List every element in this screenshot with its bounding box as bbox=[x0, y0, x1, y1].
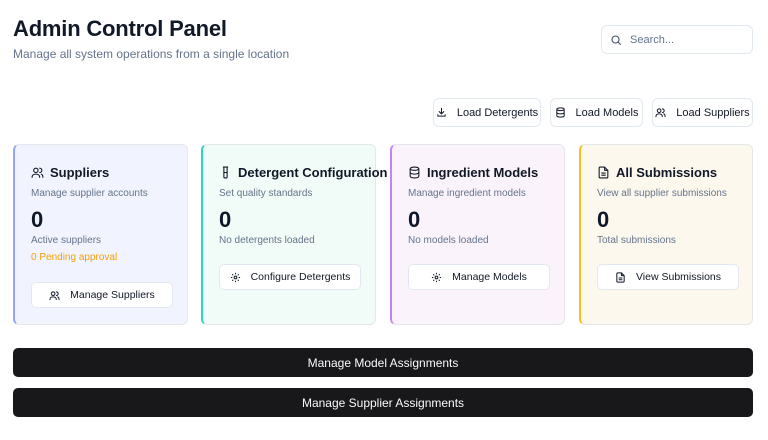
pending-approval-text: 0 Pending approval bbox=[31, 252, 118, 263]
detergent-config-card: Detergent Configuration Set quality stan… bbox=[201, 144, 388, 325]
download-icon bbox=[437, 107, 446, 117]
database-icon bbox=[409, 166, 420, 179]
models-card-description: Manage ingredient models bbox=[408, 188, 526, 199]
manage-models-button[interactable]: Manage Models bbox=[408, 264, 550, 290]
submissions-card-title: All Submissions bbox=[616, 165, 718, 180]
manage-supplier-assignments-button[interactable]: Manage Supplier Assignments bbox=[13, 388, 753, 417]
suppliers-count-label: Active suppliers bbox=[31, 235, 102, 246]
load-suppliers-button[interactable]: Load Suppliers bbox=[652, 98, 753, 127]
file-icon bbox=[598, 166, 609, 179]
submissions-card-header: All Submissions bbox=[597, 165, 717, 180]
models-count: 0 bbox=[408, 207, 421, 232]
users-icon bbox=[49, 290, 60, 300]
view-submissions-button[interactable]: View Submissions bbox=[597, 264, 739, 290]
suppliers-card-header: Suppliers bbox=[31, 165, 109, 180]
users-icon bbox=[31, 167, 44, 178]
gear-icon bbox=[230, 272, 240, 282]
configure-detergents-button[interactable]: Configure Detergents bbox=[219, 264, 361, 290]
flask-icon bbox=[222, 166, 229, 179]
suppliers-count: 0 bbox=[31, 207, 44, 232]
submissions-count: 0 bbox=[597, 207, 610, 232]
database-icon bbox=[555, 107, 565, 118]
load-suppliers-label: Load Suppliers bbox=[676, 106, 750, 119]
load-detergents-button[interactable]: Load Detergents bbox=[433, 98, 541, 127]
all-submissions-card: All Submissions View all supplier submis… bbox=[579, 144, 753, 325]
detergent-card-description: Set quality standards bbox=[219, 188, 313, 199]
search-box[interactable] bbox=[601, 25, 753, 54]
load-models-label: Load Models bbox=[575, 106, 639, 119]
load-models-button[interactable]: Load Models bbox=[550, 98, 643, 127]
ingredient-models-card: Ingredient Models Manage ingredient mode… bbox=[390, 144, 565, 325]
models-status: No models loaded bbox=[408, 235, 489, 246]
configure-detergents-label: Configure Detergents bbox=[250, 271, 351, 283]
page-title: Admin Control Panel bbox=[13, 16, 227, 41]
submissions-card-description: View all supplier submissions bbox=[597, 188, 727, 199]
manage-suppliers-button[interactable]: Manage Suppliers bbox=[31, 282, 173, 308]
users-icon bbox=[655, 108, 666, 118]
suppliers-card-description: Manage supplier accounts bbox=[31, 188, 148, 199]
detergents-status: No detergents loaded bbox=[219, 235, 315, 246]
detergent-card-title: Detergent Configuration bbox=[238, 165, 388, 180]
page-subtitle: Manage all system operations from a sing… bbox=[13, 47, 290, 61]
detergents-count: 0 bbox=[219, 207, 232, 232]
suppliers-card: Suppliers Manage supplier accounts 0 Act… bbox=[13, 144, 188, 325]
manage-models-label: Manage Models bbox=[452, 271, 527, 283]
detergent-card-header: Detergent Configuration bbox=[219, 165, 388, 180]
search-icon bbox=[611, 34, 622, 45]
search-input[interactable] bbox=[630, 33, 740, 46]
models-card-title: Ingredient Models bbox=[427, 165, 539, 180]
models-card-header: Ingredient Models bbox=[408, 165, 538, 180]
load-detergents-label: Load Detergents bbox=[456, 106, 539, 119]
file-icon bbox=[616, 271, 625, 283]
view-submissions-label: View Submissions bbox=[635, 271, 721, 283]
manage-model-assignments-button[interactable]: Manage Model Assignments bbox=[13, 348, 753, 377]
submissions-count-label: Total submissions bbox=[597, 235, 676, 246]
manage-suppliers-label: Manage Suppliers bbox=[70, 289, 155, 301]
gear-icon bbox=[432, 272, 442, 282]
suppliers-card-title: Suppliers bbox=[50, 165, 110, 180]
